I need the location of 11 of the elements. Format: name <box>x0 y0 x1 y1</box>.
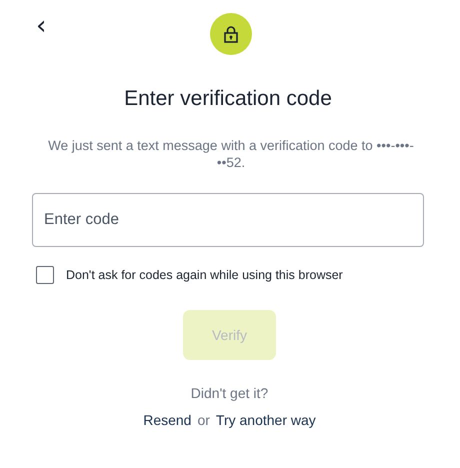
code-input-field[interactable]: Enter code <box>32 193 424 247</box>
checkbox-label: Don't ask for codes again while using this browser <box>66 268 343 282</box>
separator-text: or <box>197 412 210 428</box>
page-title: Enter verification code <box>123 87 333 111</box>
link[interactable]: Resend <box>143 412 192 428</box>
help-text: Didn't get it? <box>190 385 270 401</box>
back-button[interactable]: ‹ <box>32 13 50 39</box>
link[interactable]: Try another way <box>216 412 316 428</box>
padlock-icon <box>224 26 238 42</box>
checkbox[interactable] <box>36 266 54 284</box>
message-text: We just sent a text message with a verification code to •••-•••-••52. <box>47 137 415 171</box>
